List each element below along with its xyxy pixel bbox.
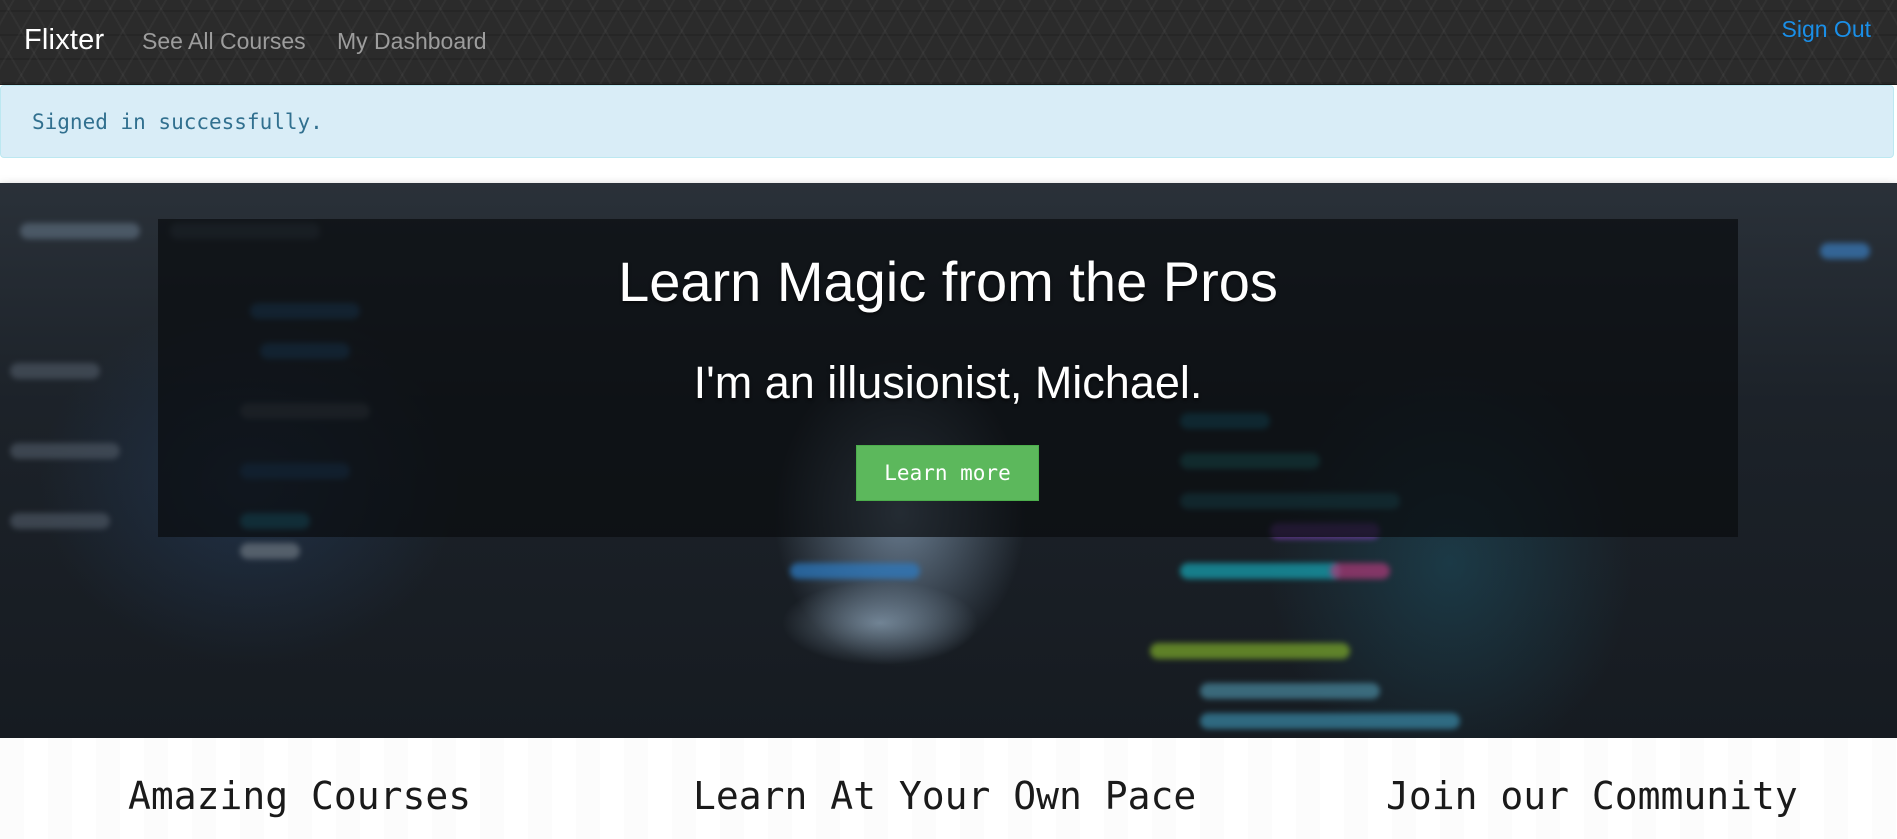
flash-notice: Signed in successfully. <box>0 85 1894 158</box>
brand-logo-link[interactable]: Flixter <box>24 24 104 57</box>
hero-title: Learn Magic from the Pros <box>618 250 1278 313</box>
learn-more-button[interactable]: Learn more <box>856 445 1039 501</box>
nav-link-my-dashboard[interactable]: My Dashboard <box>337 28 487 55</box>
hero-overlay-panel: Learn Magic from the Pros I'm an illusio… <box>158 219 1738 537</box>
feature-heading-amazing-courses: Amazing Courses <box>128 774 472 818</box>
nav-link-see-all-courses[interactable]: See All Courses <box>142 28 306 55</box>
features-section: Amazing Courses Learn At Your Own Pace J… <box>0 738 1897 839</box>
feature-heading-own-pace: Learn At Your Own Pace <box>693 774 1197 818</box>
sign-out-link[interactable]: Sign Out <box>1782 16 1872 43</box>
feature-heading-community: Join our Community <box>1386 774 1798 818</box>
flash-message: Signed in successfully. <box>32 110 323 134</box>
top-navbar: Flixter See All Courses My Dashboard Sig… <box>0 0 1897 85</box>
hero-banner: Learn Magic from the Pros I'm an illusio… <box>0 183 1897 738</box>
hero-subtitle: I'm an illusionist, Michael. <box>693 357 1203 408</box>
